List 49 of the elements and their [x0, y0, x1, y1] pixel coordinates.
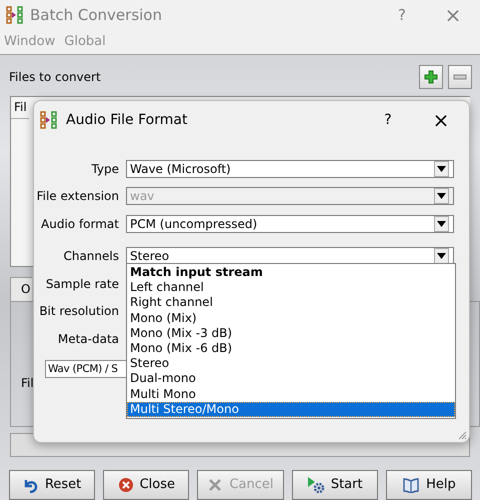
dropdown-arrow-icon	[437, 220, 446, 227]
cancel-icon	[207, 476, 224, 493]
dropdown-arrow-icon	[437, 166, 446, 172]
dropdown-option[interactable]: Multi Mono	[127, 386, 455, 402]
play-gear-icon	[306, 476, 325, 494]
dropdown-option[interactable]: Mono (Mix -3 dB)	[127, 326, 455, 341]
text-field[interactable]: Wav (PCM) / S	[45, 360, 126, 378]
dropdown-arrow-icon	[437, 193, 446, 200]
minus-icon	[453, 74, 467, 80]
field-label: Bit resolution	[38, 304, 120, 318]
remove-button[interactable]	[448, 64, 472, 89]
close-icon	[118, 476, 134, 493]
section-label: Files to convert	[9, 70, 102, 84]
tab[interactable]: O	[10, 277, 32, 301]
book-icon	[402, 476, 420, 493]
field-label: File extension	[36, 189, 120, 204]
dropdown-option[interactable]: Multi Stereo/Mono	[127, 402, 455, 417]
reset-button[interactable]: Reset	[9, 470, 96, 500]
dropdown-option[interactable]: Mono (Mix -6 dB)	[127, 340, 455, 356]
field-label: Channels	[62, 249, 120, 264]
help-button[interactable]: ?	[378, 6, 426, 24]
column-header[interactable]: Fil	[11, 96, 29, 119]
close-button[interactable]: ×	[432, 2, 474, 27]
close-button[interactable]: ×	[421, 108, 461, 132]
dropdown-option[interactable]: Right channel	[127, 295, 455, 311]
field-label: Sample rate	[44, 276, 120, 291]
app-icon	[40, 111, 58, 129]
dropdown-option[interactable]: Match input stream	[127, 265, 455, 280]
field-label: Audio format	[40, 216, 120, 231]
help-button[interactable]: ?	[363, 112, 413, 128]
dialog-title: Audio File Format	[66, 112, 188, 128]
help-button[interactable]: Help	[386, 470, 472, 500]
add-button[interactable]	[419, 64, 443, 89]
field-label: Type	[90, 162, 120, 176]
dropdown-arrow-icon	[437, 253, 446, 260]
dropdown[interactable]: PCM (uncompressed)	[126, 214, 454, 233]
close-button[interactable]: Close	[103, 470, 190, 500]
resize-grip-icon	[457, 430, 467, 440]
field-label: Meta-data	[56, 332, 120, 346]
start-button[interactable]: Start	[292, 470, 378, 500]
dropdown-option[interactable]: Mono (Mix)	[127, 310, 455, 326]
window-title: Batch Conversion	[30, 6, 163, 24]
plus-icon	[424, 70, 438, 84]
dropdown-option[interactable]: Stereo	[127, 356, 455, 372]
dropdown-option[interactable]: Left channel	[127, 280, 455, 296]
dropdown[interactable]: Wave (Microsoft)	[126, 160, 454, 178]
field-label: Fil	[21, 376, 34, 390]
app-icon	[6, 6, 24, 24]
dropdown-option[interactable]: Dual-mono	[127, 371, 455, 386]
